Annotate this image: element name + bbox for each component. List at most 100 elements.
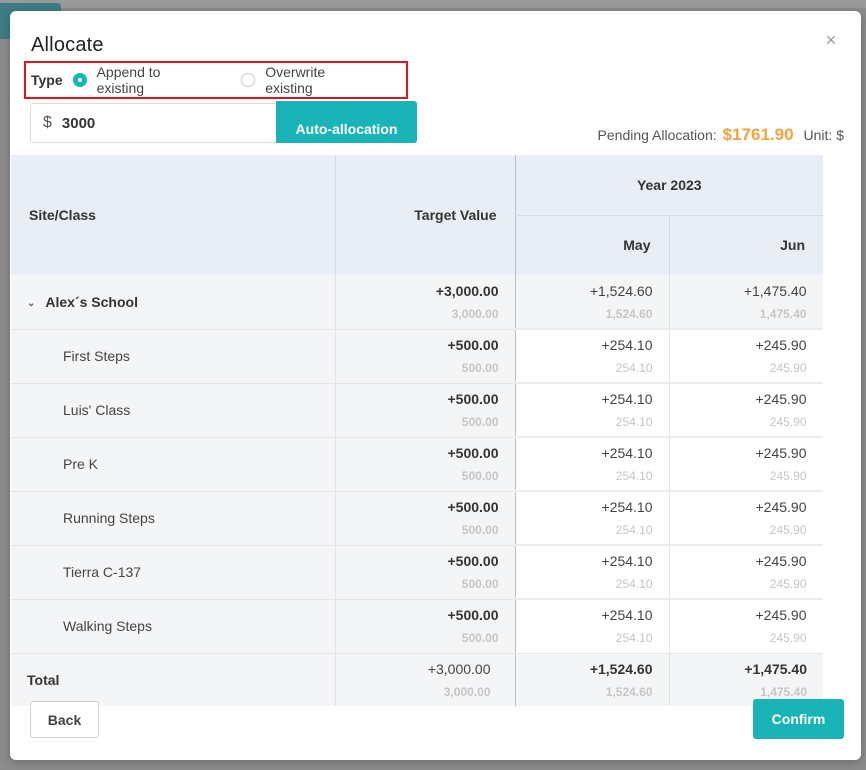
site-name: Running Steps xyxy=(11,491,335,546)
may-sub-value: 254.10 xyxy=(615,361,653,375)
target-sub-value: 3,000.00 xyxy=(451,306,499,321)
target-value: +500.00 xyxy=(447,445,499,461)
may-sub-value: 254.10 xyxy=(615,469,653,483)
may-value: +254.10 xyxy=(601,445,653,461)
may-value: +1,524.60 xyxy=(589,282,653,299)
jun-value: +245.90 xyxy=(755,391,807,407)
jun-sub-value: 245.90 xyxy=(769,523,807,537)
table-row-parent: ⌄ Alex´s School +3,000.00 3,000.00 +1,524… xyxy=(11,275,823,330)
auto-allocation-button[interactable]: Auto-allocation xyxy=(276,101,417,143)
back-button[interactable]: Back xyxy=(30,701,99,738)
jun-input-cell[interactable]: +245.90 245.90 xyxy=(668,382,823,438)
jun-sub-value: 245.90 xyxy=(769,631,807,646)
jun-sub-value: 245.90 xyxy=(769,415,807,429)
table-row: Walking Steps +500.00 500.00 +254.10 254… xyxy=(11,598,823,654)
jun-sub-value: 1,475.40 xyxy=(759,306,807,321)
jun-value: +245.90 xyxy=(755,607,807,624)
may-input-cell[interactable]: +254.10 254.10 xyxy=(514,544,669,600)
site-name: Tierra C-137 xyxy=(11,545,335,600)
jun-input-cell[interactable]: +245.90 245.90 xyxy=(668,598,823,654)
parent-site-name: Alex´s School xyxy=(45,293,138,310)
may-sub-value: 254.10 xyxy=(615,523,653,537)
background-page xyxy=(0,0,866,8)
jun-sub-value: 245.90 xyxy=(769,469,807,483)
target-sub-value: 500.00 xyxy=(461,523,499,537)
site-name: Walking Steps xyxy=(11,599,335,654)
may-cell: +1,524.60 1,524.60 xyxy=(514,275,669,330)
allocate-modal: Allocate × Type Append to existing Overw… xyxy=(10,11,861,760)
may-input-cell[interactable]: +254.10 254.10 xyxy=(514,598,669,654)
target-cell: +500.00 500.00 xyxy=(334,491,515,546)
target-value: +500.00 xyxy=(447,553,499,569)
header-year: Year 2023 xyxy=(514,155,823,216)
site-name: First Steps xyxy=(11,329,335,384)
target-cell: +500.00 500.00 xyxy=(334,599,515,654)
header-target-value: Target Value xyxy=(334,155,515,275)
unit-label: Unit: $ xyxy=(803,127,844,143)
target-sub-value: 500.00 xyxy=(461,469,499,483)
may-input-cell[interactable]: +254.10 254.10 xyxy=(514,490,669,546)
table-row: Luis' Class +500.00 500.00 +254.10 254.1… xyxy=(11,382,823,438)
jun-input-cell[interactable]: +245.90 245.90 xyxy=(668,490,823,546)
pending-allocation: Pending Allocation: $1761.90 Unit: $ xyxy=(598,125,844,145)
total-target-sub-value: 3,000.00 xyxy=(443,684,491,699)
total-may-sub-value: 1,524.60 xyxy=(605,684,653,699)
radio-append[interactable]: Append to existing xyxy=(72,64,212,96)
target-cell: +500.00 500.00 xyxy=(334,545,515,600)
header-site-class: Site/Class xyxy=(11,155,335,275)
table-row-total: Total +3,000.00 3,000.00 +1,524.60 1,524… xyxy=(11,653,823,706)
may-sub-value: 254.10 xyxy=(615,577,653,591)
parent-site-cell[interactable]: ⌄ Alex´s School xyxy=(11,275,335,330)
may-sub-value: 254.10 xyxy=(615,415,653,429)
target-sub-value: 500.00 xyxy=(461,631,499,645)
radio-overwrite[interactable]: Overwrite existing xyxy=(241,64,376,96)
chevron-down-icon[interactable]: ⌄ xyxy=(27,298,35,309)
table-row: Tierra C-137 +500.00 500.00 +254.10 254.… xyxy=(11,544,823,600)
target-value: +500.00 xyxy=(447,337,499,353)
may-input-cell[interactable]: +254.10 254.10 xyxy=(514,328,669,384)
total-jun-sub-value: 1,475.40 xyxy=(760,684,807,699)
site-name: Luis' Class xyxy=(11,383,335,438)
jun-value: +245.90 xyxy=(755,337,807,353)
jun-value: +245.90 xyxy=(755,553,807,569)
jun-cell: +1,475.40 1,475.40 xyxy=(668,275,823,330)
confirm-button[interactable]: Confirm xyxy=(753,699,844,739)
target-sub-value: 500.00 xyxy=(461,361,499,375)
may-value: +254.10 xyxy=(601,391,653,407)
target-cell: +3,000.00 3,000.00 xyxy=(334,275,515,330)
site-name: Pre K xyxy=(11,437,335,492)
radio-unchecked-icon[interactable] xyxy=(241,73,256,87)
jun-value: +1,475.40 xyxy=(743,282,807,299)
type-label: Type xyxy=(31,72,63,88)
may-input-cell[interactable]: +254.10 254.10 xyxy=(514,382,669,438)
target-value: +3,000.00 xyxy=(435,282,499,299)
amount-input[interactable] xyxy=(61,114,262,132)
radio-checked-icon[interactable] xyxy=(72,73,87,87)
allocation-table: Site/Class Target Value Year 2023 May Ju… xyxy=(11,155,823,706)
may-sub-value: 254.10 xyxy=(615,631,653,646)
total-target-cell: +3,000.00 3,000.00 xyxy=(334,653,515,706)
may-value: +254.10 xyxy=(601,337,653,353)
jun-value: +245.90 xyxy=(755,499,807,515)
target-value: +500.00 xyxy=(447,607,499,623)
close-icon[interactable]: × xyxy=(823,31,839,49)
jun-input-cell[interactable]: +245.90 245.90 xyxy=(668,328,823,384)
header-month-may: May xyxy=(514,215,669,275)
target-cell: +500.00 500.00 xyxy=(334,329,515,384)
target-value: +500.00 xyxy=(447,391,499,407)
target-cell: +500.00 500.00 xyxy=(334,383,515,438)
jun-input-cell[interactable]: +245.90 245.90 xyxy=(668,544,823,600)
target-cell: +500.00 500.00 xyxy=(334,437,515,492)
total-label: Total xyxy=(11,653,335,706)
table-row: Pre K +500.00 500.00 +254.10 254.10 +245… xyxy=(11,436,823,492)
may-value: +254.10 xyxy=(601,607,653,624)
modal-title: Allocate xyxy=(31,34,104,56)
table-row: First Steps +500.00 500.00 +254.10 254.1… xyxy=(11,328,823,384)
jun-input-cell[interactable]: +245.90 245.90 xyxy=(668,436,823,492)
header-month-jun: Jun xyxy=(668,215,823,275)
may-input-cell[interactable]: +254.10 254.10 xyxy=(514,436,669,492)
total-target-value: +3,000.00 xyxy=(427,660,491,677)
may-value: +254.10 xyxy=(601,553,653,569)
may-value: +254.10 xyxy=(601,499,653,515)
type-selector: Type Append to existing Overwrite existi… xyxy=(24,61,408,99)
